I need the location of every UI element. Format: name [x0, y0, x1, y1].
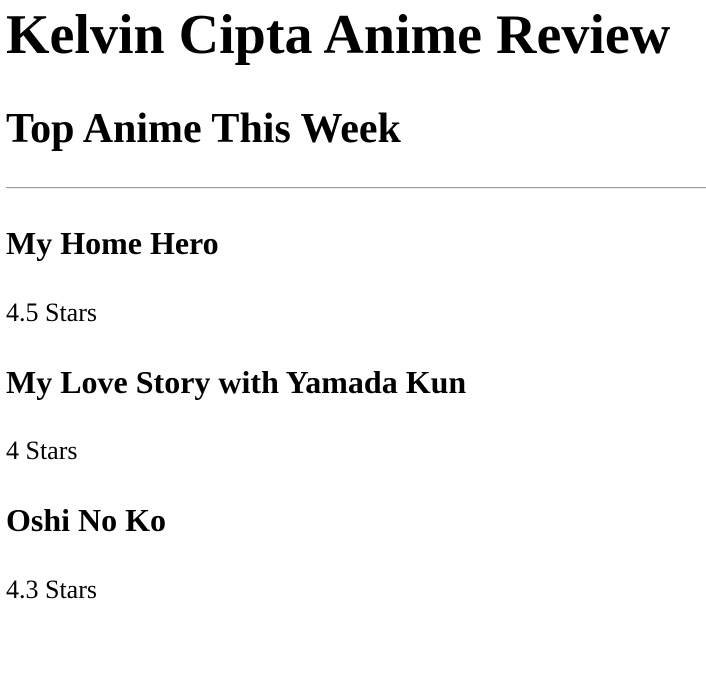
divider: [6, 187, 706, 189]
site-title: Kelvin Cipta Anime Review: [6, 4, 671, 66]
anime-rating-my-love-story-with-yamada-kun: 4 Stars: [6, 436, 78, 465]
anime-title-my-love-story-with-yamada-kun: My Love Story with Yamada Kun: [6, 364, 467, 400]
anime-title-oshi-no-ko: Oshi No Ko: [6, 502, 167, 538]
section-title: Top Anime This Week: [6, 106, 401, 152]
anime-rating-oshi-no-ko: 4.3 Stars: [6, 575, 97, 604]
anime-rating-my-home-hero: 4.5 Stars: [6, 298, 97, 327]
anime-title-my-home-hero: My Home Hero: [6, 225, 219, 261]
